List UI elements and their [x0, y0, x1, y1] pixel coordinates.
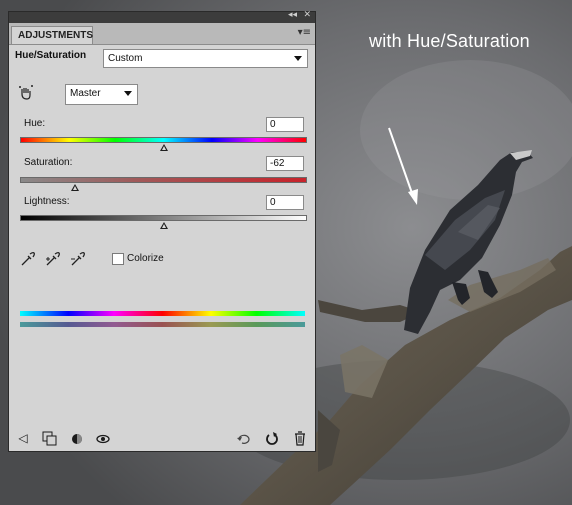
panel-title-bar: ◂◂ ✕	[9, 10, 315, 23]
preset-value: Custom	[108, 53, 143, 64]
panel-tab-row: ADJUSTMENTS ▾≡	[9, 23, 315, 45]
saturation-slider-thumb[interactable]	[70, 184, 79, 191]
hand-icon[interactable]	[18, 85, 34, 101]
adjustment-name-label: Hue/Saturation	[15, 50, 87, 61]
eye-icon[interactable]	[95, 430, 111, 446]
mask-icon[interactable]	[69, 430, 85, 446]
hue-slider-track[interactable]	[20, 137, 307, 143]
view-previous-icon[interactable]	[236, 430, 252, 446]
tab-adjustments[interactable]: ADJUSTMENTS	[11, 26, 93, 44]
hue-value-field[interactable]: 0	[266, 117, 304, 132]
eyedropper-icon[interactable]	[20, 251, 36, 267]
hue-slider-thumb[interactable]	[159, 144, 168, 151]
lightness-slider-track[interactable]	[20, 215, 307, 221]
preset-dropdown[interactable]: Custom	[103, 49, 308, 68]
lightness-value-field[interactable]: 0	[266, 195, 304, 210]
chevron-down-icon	[294, 56, 302, 61]
annotation-caption: with Hue/Saturation	[369, 31, 530, 51]
reset-icon[interactable]	[264, 430, 280, 446]
channel-dropdown[interactable]: Master	[65, 84, 138, 105]
collapse-icon[interactable]: ◂◂	[288, 10, 297, 20]
close-icon[interactable]: ✕	[303, 10, 311, 20]
clip-to-layer-icon[interactable]	[41, 430, 57, 446]
trash-icon[interactable]	[292, 430, 308, 446]
output-color-bar	[20, 322, 305, 327]
colorize-checkbox[interactable]	[112, 253, 124, 265]
channel-value: Master	[70, 88, 101, 99]
eyedropper-minus-icon[interactable]	[70, 251, 86, 267]
lightness-slider-thumb[interactable]	[159, 222, 168, 229]
back-arrow-icon[interactable]: ◁	[15, 430, 31, 446]
chevron-down-icon	[124, 91, 132, 96]
lightness-label: Lightness:	[24, 196, 70, 207]
colorize-label: Colorize	[127, 253, 164, 264]
panel-menu-icon[interactable]: ▾≡	[298, 27, 311, 38]
input-color-bar	[20, 311, 305, 316]
saturation-label: Saturation:	[24, 157, 73, 168]
adjustments-panel: ◂◂ ✕ ADJUSTMENTS ▾≡ Hue/Saturation Custo…	[8, 10, 316, 452]
hue-label: Hue:	[24, 118, 46, 129]
saturation-slider-track[interactable]	[20, 177, 307, 183]
eyedropper-plus-icon[interactable]	[45, 251, 61, 267]
saturation-value-field[interactable]: -62	[266, 156, 304, 171]
